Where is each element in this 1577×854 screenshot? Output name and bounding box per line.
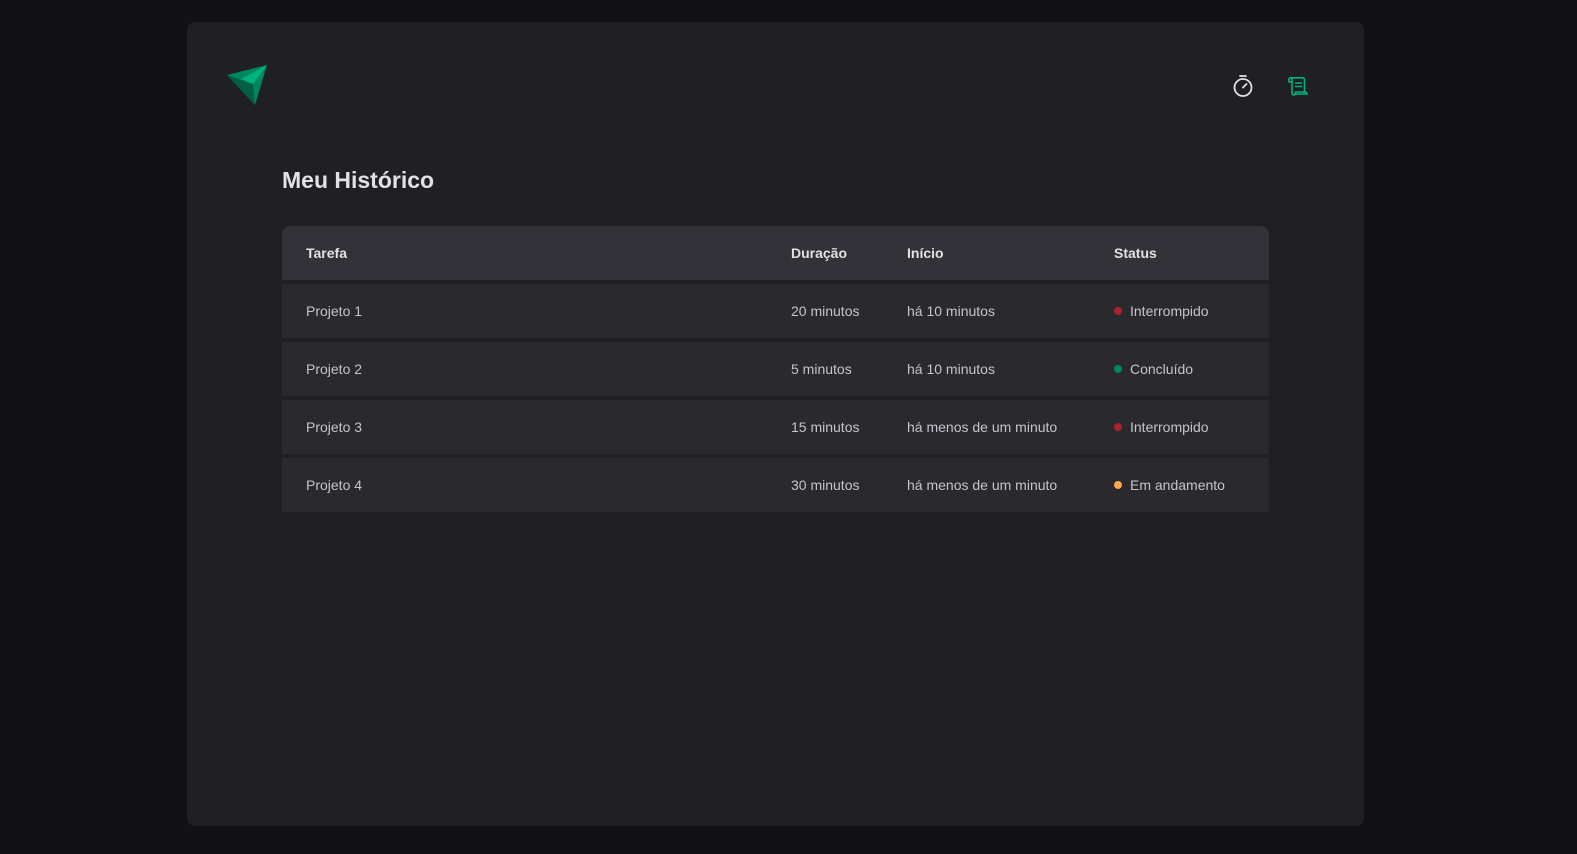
status-dot — [1114, 423, 1122, 431]
ignite-logo-icon[interactable] — [227, 65, 269, 107]
column-header-duration: Duração — [791, 226, 907, 280]
task-cell: Projeto 2 — [282, 342, 791, 396]
start-cell: há 10 minutos — [907, 342, 1114, 396]
table-header-row: Tarefa Duração Início Status — [282, 226, 1269, 280]
status-badge: Concluído — [1114, 361, 1269, 377]
status-label: Concluído — [1130, 361, 1194, 377]
timer-icon — [1233, 75, 1252, 97]
history-table: Tarefa Duração Início Status Projeto 1 2… — [282, 222, 1269, 516]
column-header-status: Status — [1114, 226, 1269, 280]
start-cell: há 10 minutos — [907, 284, 1114, 338]
status-dot — [1114, 307, 1122, 315]
table-row: Projeto 1 20 minutos há 10 minutos Inter… — [282, 284, 1269, 338]
status-dot — [1114, 365, 1122, 373]
history-content: Meu Histórico Tarefa Duração Início Stat… — [282, 165, 1269, 516]
task-cell: Projeto 3 — [282, 400, 791, 454]
history-table-wrapper[interactable]: Tarefa Duração Início Status Projeto 1 2… — [282, 222, 1269, 516]
duration-cell: 30 minutos — [791, 458, 907, 512]
duration-cell: 20 minutos — [791, 284, 907, 338]
start-cell: há menos de um minuto — [907, 400, 1114, 454]
status-cell: Interrompido — [1114, 284, 1269, 338]
header — [227, 65, 1310, 107]
status-badge: Interrompido — [1114, 419, 1269, 435]
status-label: Interrompido — [1130, 303, 1209, 319]
status-cell: Em andamento — [1114, 458, 1269, 512]
table-row: Projeto 2 5 minutos há 10 minutos Conclu… — [282, 342, 1269, 396]
duration-cell: 5 minutos — [791, 342, 907, 396]
task-cell: Projeto 4 — [282, 458, 791, 512]
nav-history-link[interactable] — [1285, 74, 1310, 99]
table-row: Projeto 4 30 minutos há menos de um minu… — [282, 458, 1269, 512]
status-cell: Interrompido — [1114, 400, 1269, 454]
status-cell: Concluído — [1114, 342, 1269, 396]
scroll-icon — [1287, 77, 1308, 96]
column-header-start: Início — [907, 226, 1114, 280]
status-badge: Interrompido — [1114, 303, 1269, 319]
status-label: Interrompido — [1130, 419, 1209, 435]
status-badge: Em andamento — [1114, 477, 1269, 493]
duration-cell: 15 minutos — [791, 400, 907, 454]
status-label: Em andamento — [1130, 477, 1225, 493]
column-header-task: Tarefa — [282, 226, 791, 280]
nav-timer-link[interactable] — [1230, 74, 1255, 99]
main-nav — [1230, 74, 1310, 99]
status-dot — [1114, 481, 1122, 489]
page-title: Meu Histórico — [282, 167, 435, 193]
start-cell: há menos de um minuto — [907, 458, 1114, 512]
app-container: Meu Histórico Tarefa Duração Início Stat… — [187, 22, 1364, 826]
table-row: Projeto 3 15 minutos há menos de um minu… — [282, 400, 1269, 454]
task-cell: Projeto 1 — [282, 284, 791, 338]
